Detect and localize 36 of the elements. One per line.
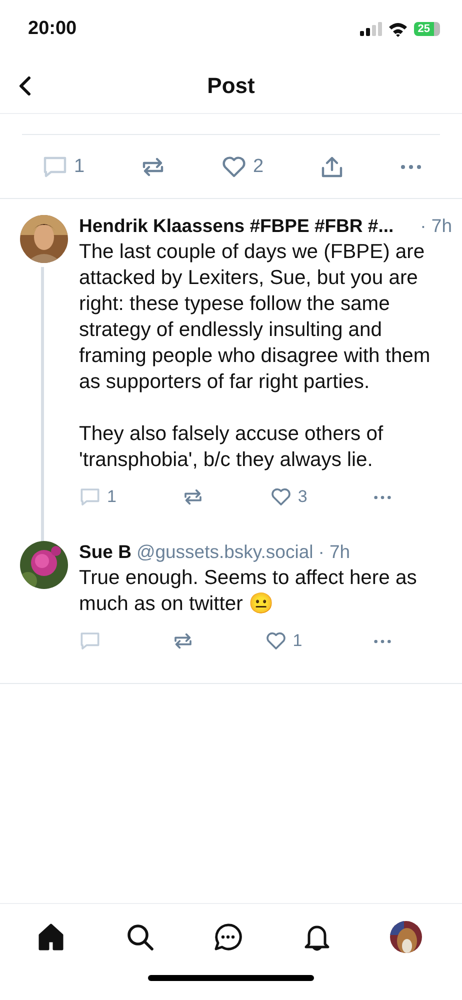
reply-button[interactable]: 1 — [42, 154, 85, 178]
like-button[interactable]: 1 — [264, 631, 302, 651]
like-button[interactable]: 3 — [270, 487, 308, 507]
repost-button[interactable] — [182, 487, 204, 507]
post-text: True enough. Seems to affect here as much as on twitter 😐 — [79, 566, 418, 617]
like-button[interactable]: 2 — [220, 154, 264, 178]
signal-icon — [360, 22, 382, 36]
wifi-icon — [388, 22, 408, 36]
reply-button[interactable]: 1 — [79, 487, 116, 507]
more-icon — [400, 164, 422, 170]
more-icon — [373, 638, 392, 644]
post-text: They also falsely accuse others of 'transphobia', b/c they always lie. — [79, 422, 384, 473]
author-handle[interactable]: @gussets.bsky.social — [136, 541, 314, 563]
repost-icon — [172, 631, 194, 651]
repost-button[interactable] — [172, 631, 194, 651]
heart-icon — [220, 154, 247, 178]
post-time: · 7h — [318, 541, 350, 563]
repost-icon — [182, 487, 204, 507]
comment-icon — [79, 631, 101, 651]
comment-icon — [42, 154, 68, 178]
search-icon[interactable] — [124, 922, 154, 952]
battery-indicator: 25 — [414, 22, 440, 36]
chat-icon[interactable] — [213, 922, 243, 952]
page-title: Post — [207, 72, 255, 98]
back-icon[interactable] — [18, 76, 32, 96]
status-time: 20:00 — [28, 18, 77, 40]
more-button[interactable] — [400, 164, 422, 170]
heart-icon — [270, 487, 292, 507]
comment-icon — [79, 487, 101, 507]
more-icon — [373, 494, 392, 500]
author-name[interactable]: Sue B — [79, 541, 132, 563]
post-time: · 7h — [420, 215, 452, 237]
heart-icon — [264, 631, 287, 651]
post-text: The last couple of days we (FBPE) are attacked by Lexiters, Sue, but you are right: these typese follow the same strategy of endlessly insulting and framing people who disagree with them as supporters of far right parties. — [79, 240, 432, 395]
author-name[interactable]: Hendrik Klaassens #FBPE #FBR #... — [79, 215, 394, 237]
home-icon[interactable] — [36, 922, 66, 952]
